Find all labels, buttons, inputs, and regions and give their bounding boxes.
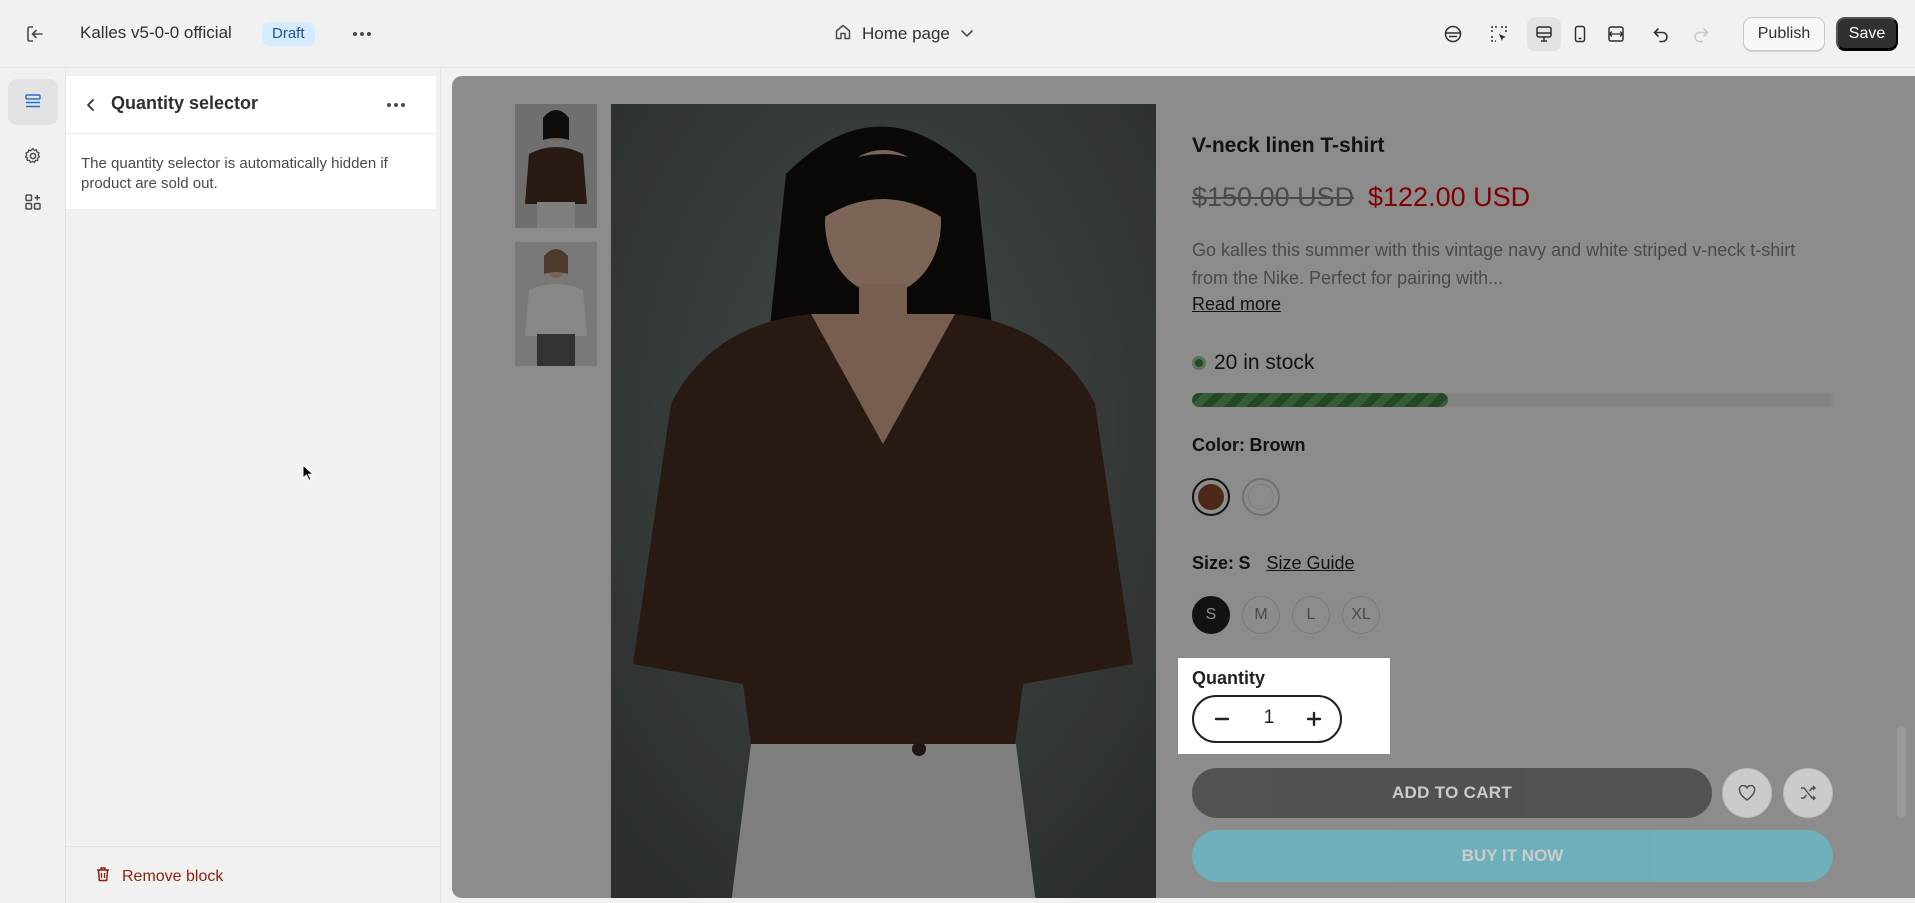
home-icon xyxy=(834,23,852,46)
publish-button[interactable]: Publish xyxy=(1743,17,1825,51)
panel-footer: Remove block xyxy=(66,846,441,903)
quantity-value[interactable]: 1 xyxy=(1244,707,1294,729)
block-settings-panel: Quantity selector The quantity selector … xyxy=(66,68,441,903)
plus-icon[interactable] xyxy=(1300,705,1328,733)
panel-header: Quantity selector xyxy=(66,76,436,134)
quantity-selector-block[interactable]: Quantity 1 xyxy=(1178,658,1390,754)
back-arrow-icon[interactable] xyxy=(78,92,104,118)
quantity-label: Quantity xyxy=(1192,668,1266,688)
exit-icon[interactable] xyxy=(22,22,48,46)
app-embed-icon[interactable] xyxy=(1436,17,1470,51)
storefront-preview: V-neck linen T-shirt $150.00 USD $122.00… xyxy=(452,76,1915,898)
remove-block-button[interactable]: Remove block xyxy=(94,865,223,888)
undo-icon[interactable] xyxy=(1644,17,1678,51)
quantity-stepper[interactable]: 1 xyxy=(1192,695,1342,743)
store-name: Kalles v5-0-0 official xyxy=(80,23,232,42)
fullwidth-icon[interactable] xyxy=(1599,17,1633,51)
redo-icon[interactable] xyxy=(1684,17,1718,51)
compare-shuffle-icon[interactable] xyxy=(1783,768,1833,818)
desktop-icon[interactable] xyxy=(1527,17,1561,51)
editor-topbar: Kalles v5-0-0 official Draft Home page P… xyxy=(0,0,1915,68)
mobile-icon[interactable] xyxy=(1563,17,1597,51)
wishlist-heart-icon[interactable] xyxy=(1722,768,1772,818)
trash-icon xyxy=(94,865,112,888)
mouse-cursor-icon xyxy=(302,463,315,487)
inspector-icon[interactable] xyxy=(1482,17,1516,51)
remove-block-label: Remove block xyxy=(122,867,224,885)
minus-icon[interactable] xyxy=(1208,705,1236,733)
page-selector-label: Home page xyxy=(862,24,950,43)
gear-icon[interactable] xyxy=(8,133,58,179)
chevron-down-icon xyxy=(960,25,974,43)
buy-it-now-button[interactable]: BUY IT NOW xyxy=(1192,830,1833,882)
apps-icon[interactable] xyxy=(8,179,58,225)
panel-title: Quantity selector xyxy=(111,93,259,113)
save-button[interactable]: Save xyxy=(1836,17,1898,51)
preview-scrollbar[interactable] xyxy=(1897,726,1906,818)
sections-icon[interactable] xyxy=(8,79,58,125)
status-badge: Draft xyxy=(262,22,315,46)
panel-description: The quantity selector is automatically h… xyxy=(81,155,388,192)
add-to-cart-button[interactable]: ADD TO CART xyxy=(1192,768,1712,818)
sidebar-rail xyxy=(0,68,66,903)
page-selector[interactable]: Home page xyxy=(834,20,974,48)
more-icon[interactable] xyxy=(382,92,410,118)
more-icon[interactable] xyxy=(350,22,374,46)
